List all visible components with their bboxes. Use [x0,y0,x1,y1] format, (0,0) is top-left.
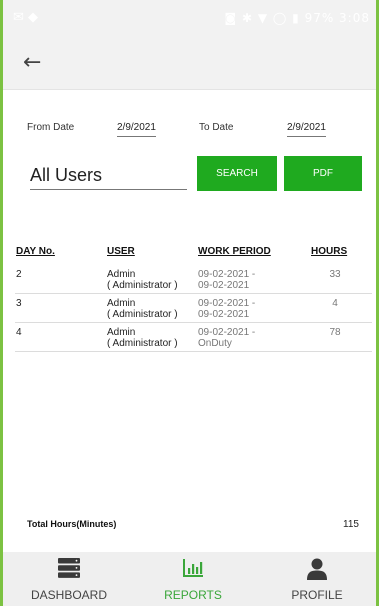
cell-user-name: Admin [107,298,136,309]
nav-profile[interactable]: PROFILE [265,552,369,606]
cell-user-role: ( Administrator ) [107,338,178,349]
cell-hours: 4 [332,298,338,309]
table-row: 4 Admin ( Administrator ) 09-02-2021 - O… [15,324,372,352]
nav-dashboard-label: DASHBOARD [30,588,107,602]
cell-user-role: ( Administrator ) [107,280,178,291]
cell-hours: 33 [329,269,341,280]
cell-day: 4 [16,327,22,338]
nav-dashboard[interactable]: DASHBOARD [13,552,125,606]
cell-user-name: Admin [107,327,136,338]
reports-chart-icon [182,558,204,583]
app-bar: ← [3,40,376,90]
header-day-no: DAY No. [16,246,55,257]
from-date-field[interactable]: 2/9/2021 [117,122,156,137]
table-row: 2 Admin ( Administrator ) 09-02-2021 - 0… [15,266,372,294]
bottom-nav: DASHBOARD REPORTS PROFILE [3,552,376,606]
cell-period-end: OnDuty [198,338,232,349]
pdf-button[interactable]: PDF [284,156,362,191]
cell-day: 3 [16,298,22,309]
cell-period-start: 09-02-2021 - [198,269,256,280]
cell-period-start: 09-02-2021 - [198,327,256,338]
cell-user-name: Admin [107,269,136,280]
to-date-field[interactable]: 2/9/2021 [287,122,326,137]
dashboard-icon [58,558,80,583]
cell-user-role: ( Administrator ) [107,309,178,320]
header-user: USER [107,246,135,257]
nav-profile-label: PROFILE [291,588,343,602]
back-arrow-icon[interactable]: ← [23,50,49,76]
cell-period-end: 09-02-2021 [198,280,250,291]
cell-hours: 78 [329,327,341,338]
table-row: 3 Admin ( Administrator ) 09-02-2021 - 0… [15,295,372,323]
cell-period-end: 09-02-2021 [198,309,250,320]
total-hours-label: Total Hours(Minutes) [27,519,117,529]
header-hours: HOURS [311,246,348,257]
user-select[interactable]: All Users [30,165,187,190]
to-date-label: To Date [199,122,234,133]
profile-person-icon [306,558,328,585]
nav-reports[interactable]: REPORTS [143,552,243,606]
status-bar: ✉ ◆ ◙ ✱ ▼ ◯ ▮ 97% 3:08 [3,0,376,40]
cell-period-start: 09-02-2021 - [198,298,256,309]
search-button[interactable]: SEARCH [197,156,277,191]
status-left-icons: ✉ ◆ [13,10,39,25]
nav-reports-label: REPORTS [164,588,222,602]
cell-day: 2 [16,269,22,280]
total-hours-value: 115 [343,519,359,530]
header-work-period: WORK PERIOD [198,246,271,257]
status-right-info: ◙ ✱ ▼ ◯ ▮ 97% 3:08 [224,11,370,25]
from-date-label: From Date [27,122,75,133]
